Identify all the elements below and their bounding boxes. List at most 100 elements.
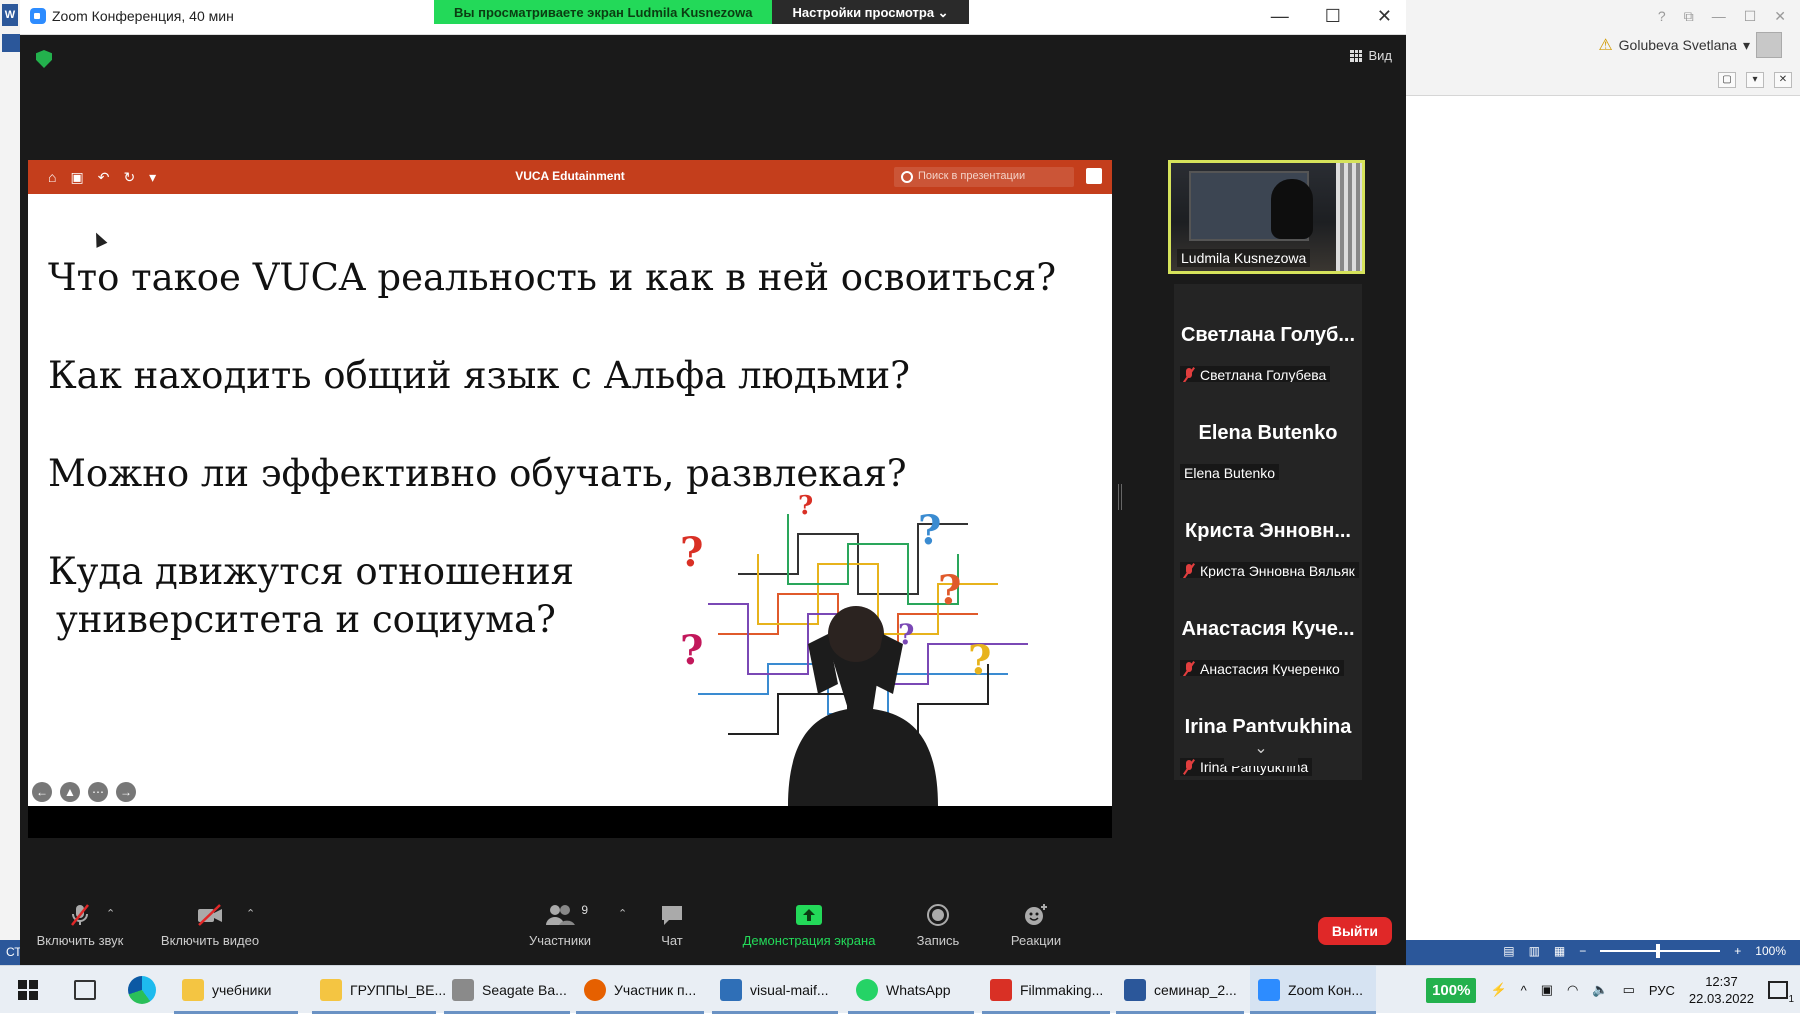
word-zoom-level[interactable]: 100% [1755,944,1786,958]
participant-display-name: Анастасия Куче... [1181,618,1355,640]
image-viewer-icon [720,979,742,1001]
mic-muted-icon [1184,662,1194,676]
taskbar-item-pdf[interactable]: Filmmaking... [982,966,1110,1014]
participants-button[interactable]: 9 Участники [522,903,598,948]
wifi-icon[interactable]: ◠ [1567,982,1578,998]
close-button[interactable]: ✕ [1377,6,1392,27]
unmute-label: Включить звук [36,933,124,948]
slide-line: Как находить общий язык с Альфа людьми? [48,354,911,397]
slide: Что такое VUCA реальность и как в ней ос… [28,194,1112,806]
notification-count: 1 [1788,994,1794,1005]
windows-start-icon[interactable] [18,980,38,1000]
warning-icon: ⚠ [1598,37,1613,54]
chat-button[interactable]: Чат [652,903,692,948]
web-layout-icon[interactable]: ▦ [1554,944,1565,958]
participant-tile[interactable]: Светлана Голуб... Светлана Голубева [1174,284,1362,388]
view-options-button[interactable]: Настройки просмотра ⌄ [772,0,969,24]
question-mark-icon: ? [968,637,991,684]
display-icon[interactable]: ▭ [1623,982,1635,998]
slide-navigation: ← ▲ ⋯ → [32,782,136,802]
volume-icon[interactable]: 🔈 [1592,982,1608,998]
zoom-in-button[interactable]: + [1734,944,1741,958]
task-view-icon[interactable] [74,980,96,1000]
chevron-up-icon[interactable]: ^ [1521,983,1527,998]
word-user-name: Golubeva Svetlana [1618,37,1737,53]
device-icon[interactable]: ▣ [1541,982,1553,998]
word-help-button[interactable]: ? [1658,8,1666,25]
word-quick-tools: ▢ ▾ ✕ [1718,72,1792,88]
clock[interactable]: 12:37 22.03.2022 [1689,973,1754,1007]
pen-icon: ▲ [60,782,80,802]
minimize-button[interactable]: — [1271,6,1289,27]
zoom-icon [1258,979,1280,1001]
share-screen-icon [796,905,822,925]
edge-browser-icon[interactable] [128,976,156,1004]
video-options-caret[interactable]: ⌃ [246,907,255,920]
view-button[interactable]: Вид [1350,48,1392,63]
slide-line: Куда движутся отношения [48,550,575,593]
mic-muted-icon [71,904,89,926]
question-mark-icon: ? [938,567,961,614]
mouse-cursor-icon [90,230,108,248]
notification-center-icon[interactable]: 1 [1768,981,1794,1005]
presenter-icon [1086,168,1102,184]
participant-tile[interactable]: Криста Энновн... Криста Энновна Вяльяк [1174,480,1362,584]
word-tab-icon[interactable] [2,34,20,52]
word-close-doc-icon[interactable]: ✕ [1774,72,1792,88]
word-user-account[interactable]: ⚠ Golubeva Svetlana ▾ [1598,32,1782,58]
taskbar-item-drive[interactable]: Seagate Ba... [444,966,570,1014]
participants-options-caret[interactable]: ⌃ [618,907,627,920]
taskbar-item-firefox[interactable]: Участник п... [576,966,704,1014]
word-window-controls: ? ⧉ — ☐ ✕ [1658,8,1786,25]
zoom-slider-thumb[interactable] [1656,944,1661,958]
scroll-participants-down-button[interactable]: ⌄ [1224,732,1298,766]
taskbar-item-label: WhatsApp [886,982,951,998]
word-minimize-button[interactable]: — [1712,8,1726,25]
active-speaker-tile[interactable]: Ludmila Kusnezowa [1168,160,1365,274]
shared-screen: ⌂ ▣ ↶ ↻ ▾ VUCA Edutainment Поиск в презе… [28,160,1112,838]
word-maximize-button[interactable]: ☐ [1744,8,1757,25]
record-button[interactable]: Запись [910,903,966,948]
leave-meeting-button[interactable]: Выйти [1317,917,1392,945]
print-layout-icon[interactable]: ▥ [1529,944,1540,958]
share-banner: Вы просматриваете экран Ludmila Kusnezow… [434,0,969,24]
zoom-out-button[interactable]: − [1579,944,1586,958]
taskbar-item-label: visual-maif... [750,982,829,998]
security-shield-icon[interactable] [36,50,52,68]
battery-percentage[interactable]: 100% [1426,977,1477,1003]
taskbar-item-zoom[interactable]: Zoom Кон... [1250,966,1376,1014]
word-dropdown-icon[interactable]: ▾ [1746,72,1764,88]
taskbar-item-folder[interactable]: учебники [174,966,298,1014]
audio-options-caret[interactable]: ⌃ [106,907,115,920]
zoom-title: Zoom Конференция, 40 мин [30,8,234,24]
clock-time: 12:37 [1705,974,1738,989]
taskbar-item-word[interactable]: семинар_2... [1116,966,1244,1014]
power-plug-icon[interactable]: ⚡ [1490,982,1506,998]
whatsapp-icon [856,979,878,1001]
word-ribbon-display-button[interactable]: ⧉ [1684,8,1694,25]
next-slide-icon: → [116,782,136,802]
taskbar-item-label: Zoom Кон... [1288,982,1364,998]
taskbar-item-whatsapp[interactable]: WhatsApp [848,966,974,1014]
participant-tile[interactable]: Анастасия Куче... Анастасия Кучеренко [1174,578,1362,682]
clock-date: 22.03.2022 [1688,991,1754,1006]
reactions-button[interactable]: Реакции [1004,903,1068,948]
word-zoom-slider[interactable] [1600,944,1721,958]
word-left-strip: W [0,0,22,965]
reactions-icon [1025,904,1047,925]
participant-tile[interactable]: Elena Butenko Elena Butenko [1174,382,1362,486]
word-note-icon[interactable]: ▢ [1718,72,1736,88]
taskbar-item-photos[interactable]: visual-maif... [712,966,838,1014]
folder-icon [320,979,342,1001]
read-mode-icon[interactable]: ▤ [1503,944,1514,958]
participant-display-name: Светлана Голуб... [1180,324,1356,346]
grid-icon [1350,49,1363,62]
maximize-button[interactable]: ☐ [1325,6,1341,27]
taskbar-item-folder[interactable]: ГРУППЫ_ВЕ... [312,966,446,1014]
language-indicator[interactable]: РУС [1649,983,1675,998]
avatar [1756,32,1782,58]
word-close-button[interactable]: ✕ [1774,8,1786,25]
panel-splitter-handle[interactable] [1118,484,1122,510]
share-screen-button[interactable]: Демонстрация экрана [734,903,884,948]
participants-icon: 9 [532,903,588,927]
